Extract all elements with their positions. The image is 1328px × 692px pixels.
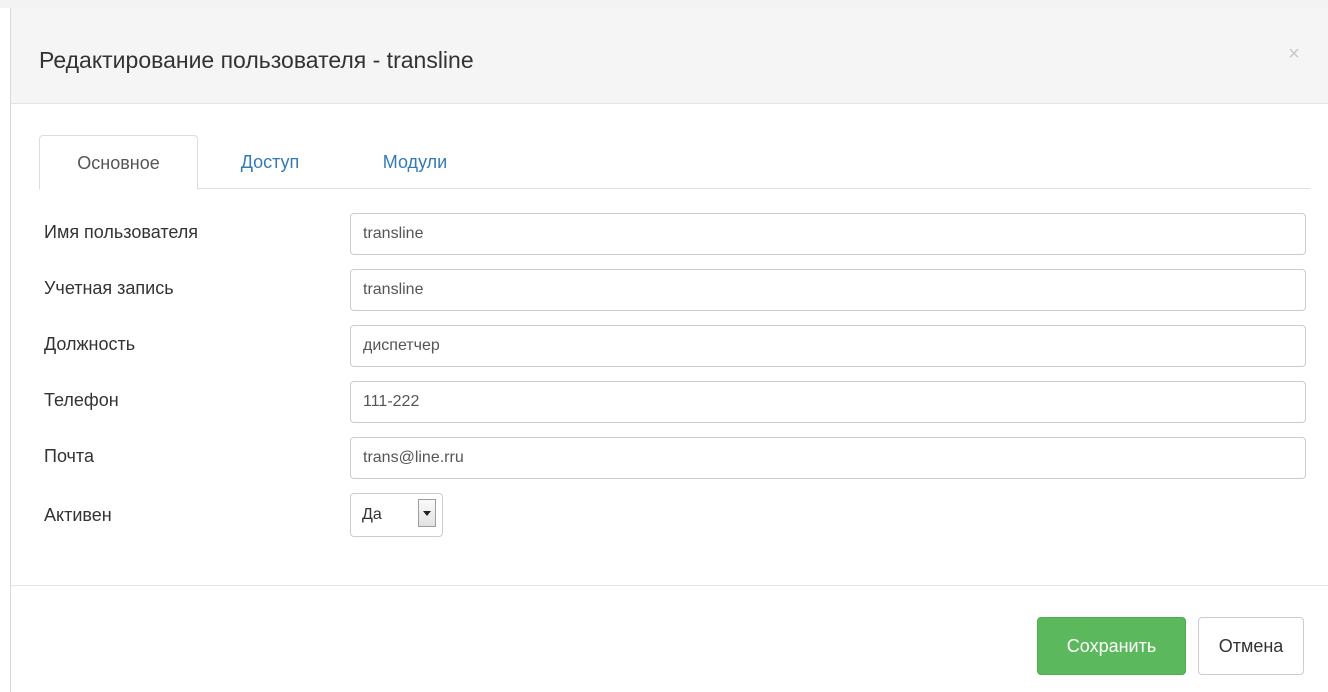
form-row-account: Учетная запись xyxy=(44,269,1306,313)
form-row-position: Должность xyxy=(44,325,1306,369)
chevron-down-icon[interactable] xyxy=(418,499,436,527)
form-row-username: Имя пользователя xyxy=(44,213,1306,257)
phone-label: Телефон xyxy=(44,390,119,410)
position-label: Должность xyxy=(44,334,136,354)
username-label: Имя пользователя xyxy=(44,222,199,242)
close-icon[interactable]: × xyxy=(1284,44,1304,64)
email-label: Почта xyxy=(44,446,94,466)
active-label: Активен xyxy=(44,505,112,525)
background-page-strip xyxy=(0,0,1328,8)
form-row-phone: Телефон xyxy=(44,381,1306,425)
tab-bar: Основное Доступ Модули xyxy=(39,135,1310,190)
tab-modules[interactable]: Модули xyxy=(369,135,461,189)
active-select-value: Да xyxy=(362,506,382,523)
cancel-button[interactable]: Отмена xyxy=(1198,617,1304,675)
chevron-down-glyph xyxy=(423,511,431,516)
modal-footer: Сохранить Отмена xyxy=(11,585,1328,692)
form-row-active: Активен Да xyxy=(44,493,1306,537)
account-input[interactable] xyxy=(350,269,1306,311)
modal-header: Редактирование пользователя - transline … xyxy=(11,8,1328,104)
phone-input[interactable] xyxy=(350,381,1306,423)
edit-user-modal: Редактирование пользователя - transline … xyxy=(10,8,1328,692)
account-label: Учетная запись xyxy=(44,278,174,298)
username-input[interactable] xyxy=(350,213,1306,255)
modal-title: Редактирование пользователя - transline xyxy=(39,47,474,73)
active-select[interactable]: Да xyxy=(350,493,443,537)
save-button[interactable]: Сохранить xyxy=(1037,617,1186,675)
tab-access[interactable]: Доступ xyxy=(224,135,316,189)
email-input[interactable] xyxy=(350,437,1306,479)
tab-general[interactable]: Основное xyxy=(39,135,198,190)
position-input[interactable] xyxy=(350,325,1306,367)
form-row-email: Почта xyxy=(44,437,1306,481)
